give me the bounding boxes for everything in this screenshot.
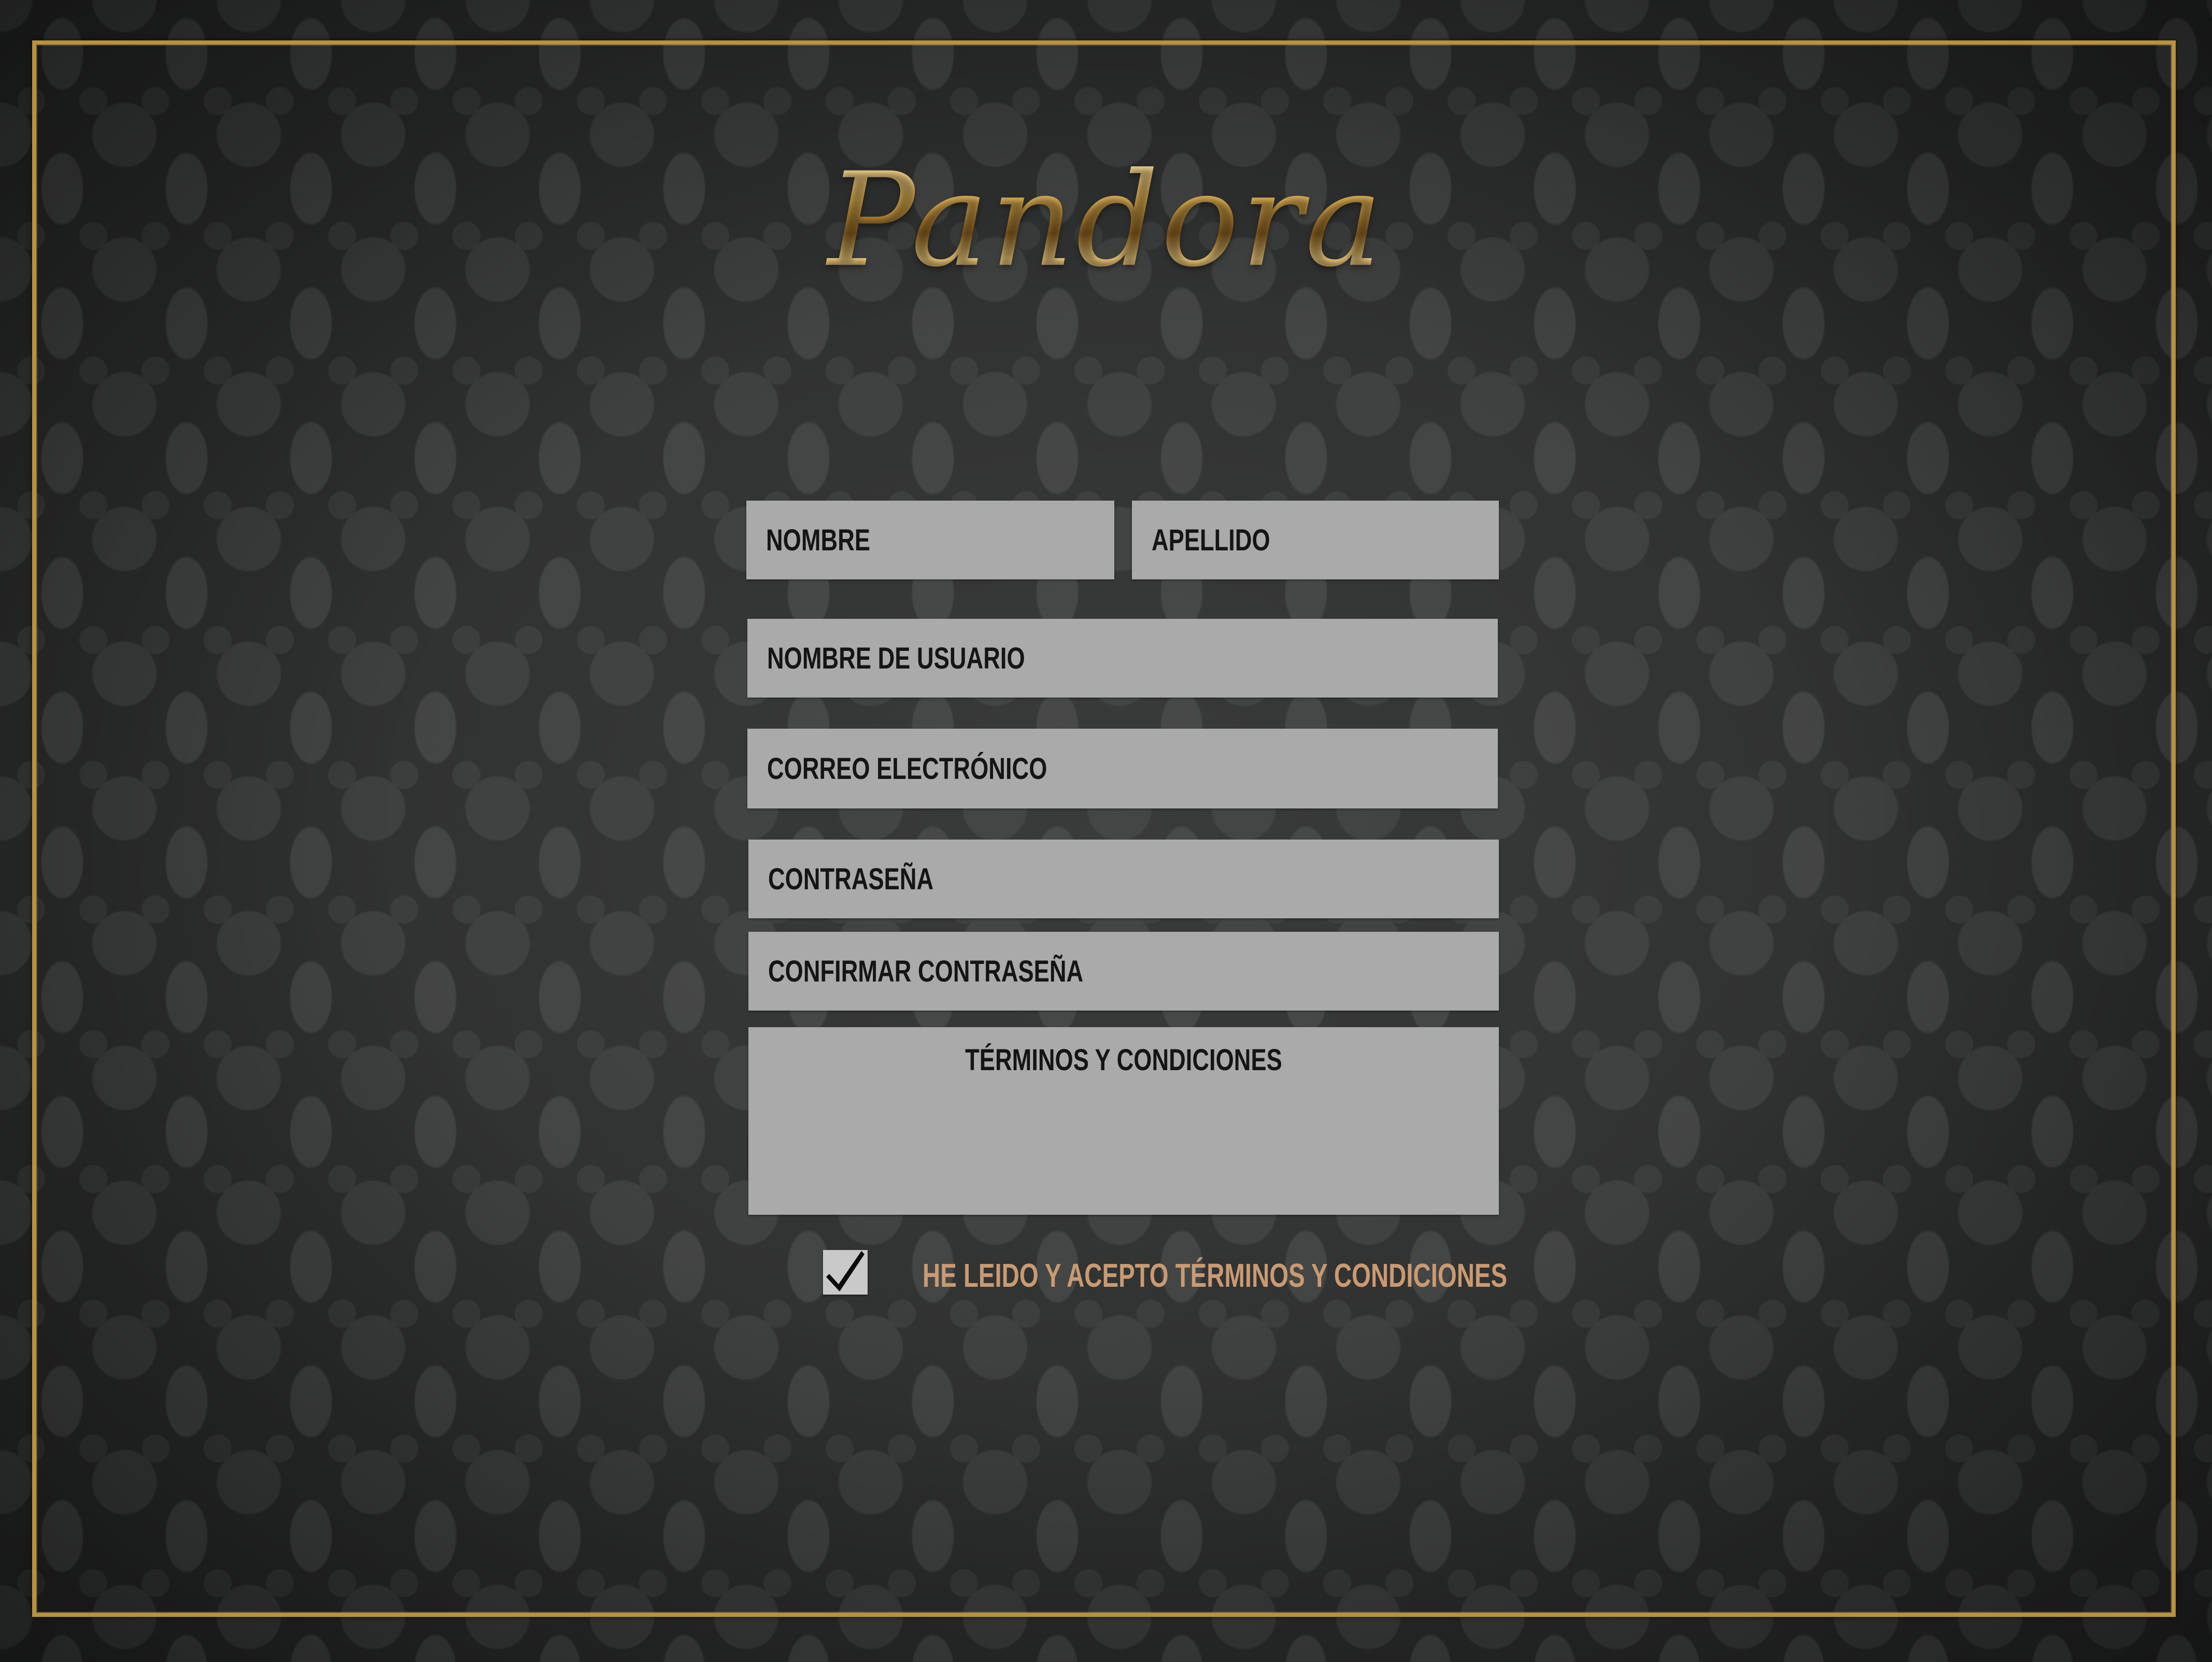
last-name-placeholder: APELLIDO bbox=[1152, 523, 1270, 557]
accept-terms-label[interactable]: HE LEIDO Y ACEPTO TÉRMINOS Y CONDICIONES bbox=[923, 1256, 1507, 1295]
terms-and-conditions-box[interactable]: TÉRMINOS Y CONDICIONES bbox=[748, 1027, 1499, 1215]
checkmark-icon bbox=[826, 1251, 864, 1291]
email-input[interactable]: CORREO ELECTRÓNICO bbox=[747, 729, 1498, 808]
first-name-placeholder: NOMBRE bbox=[766, 523, 871, 557]
password-placeholder: CONTRASEÑA bbox=[768, 862, 934, 896]
username-input[interactable]: NOMBRE DE USUARIO bbox=[747, 619, 1498, 698]
pandora-logo: Pandora bbox=[0, 155, 2212, 285]
terms-title: TÉRMINOS Y CONDICIONES bbox=[965, 1043, 1282, 1077]
confirm-password-placeholder: CONFIRMAR CONTRASEÑA bbox=[768, 954, 1084, 988]
last-name-input[interactable]: APELLIDO bbox=[1132, 501, 1499, 579]
first-name-input[interactable]: NOMBRE bbox=[746, 501, 1114, 579]
confirm-password-input[interactable]: CONFIRMAR CONTRASEÑA bbox=[748, 932, 1499, 1011]
username-placeholder: NOMBRE DE USUARIO bbox=[767, 641, 1025, 675]
password-input[interactable]: CONTRASEÑA bbox=[748, 840, 1499, 918]
email-placeholder: CORREO ELECTRÓNICO bbox=[767, 751, 1047, 786]
accept-terms-checkbox[interactable] bbox=[823, 1250, 868, 1295]
